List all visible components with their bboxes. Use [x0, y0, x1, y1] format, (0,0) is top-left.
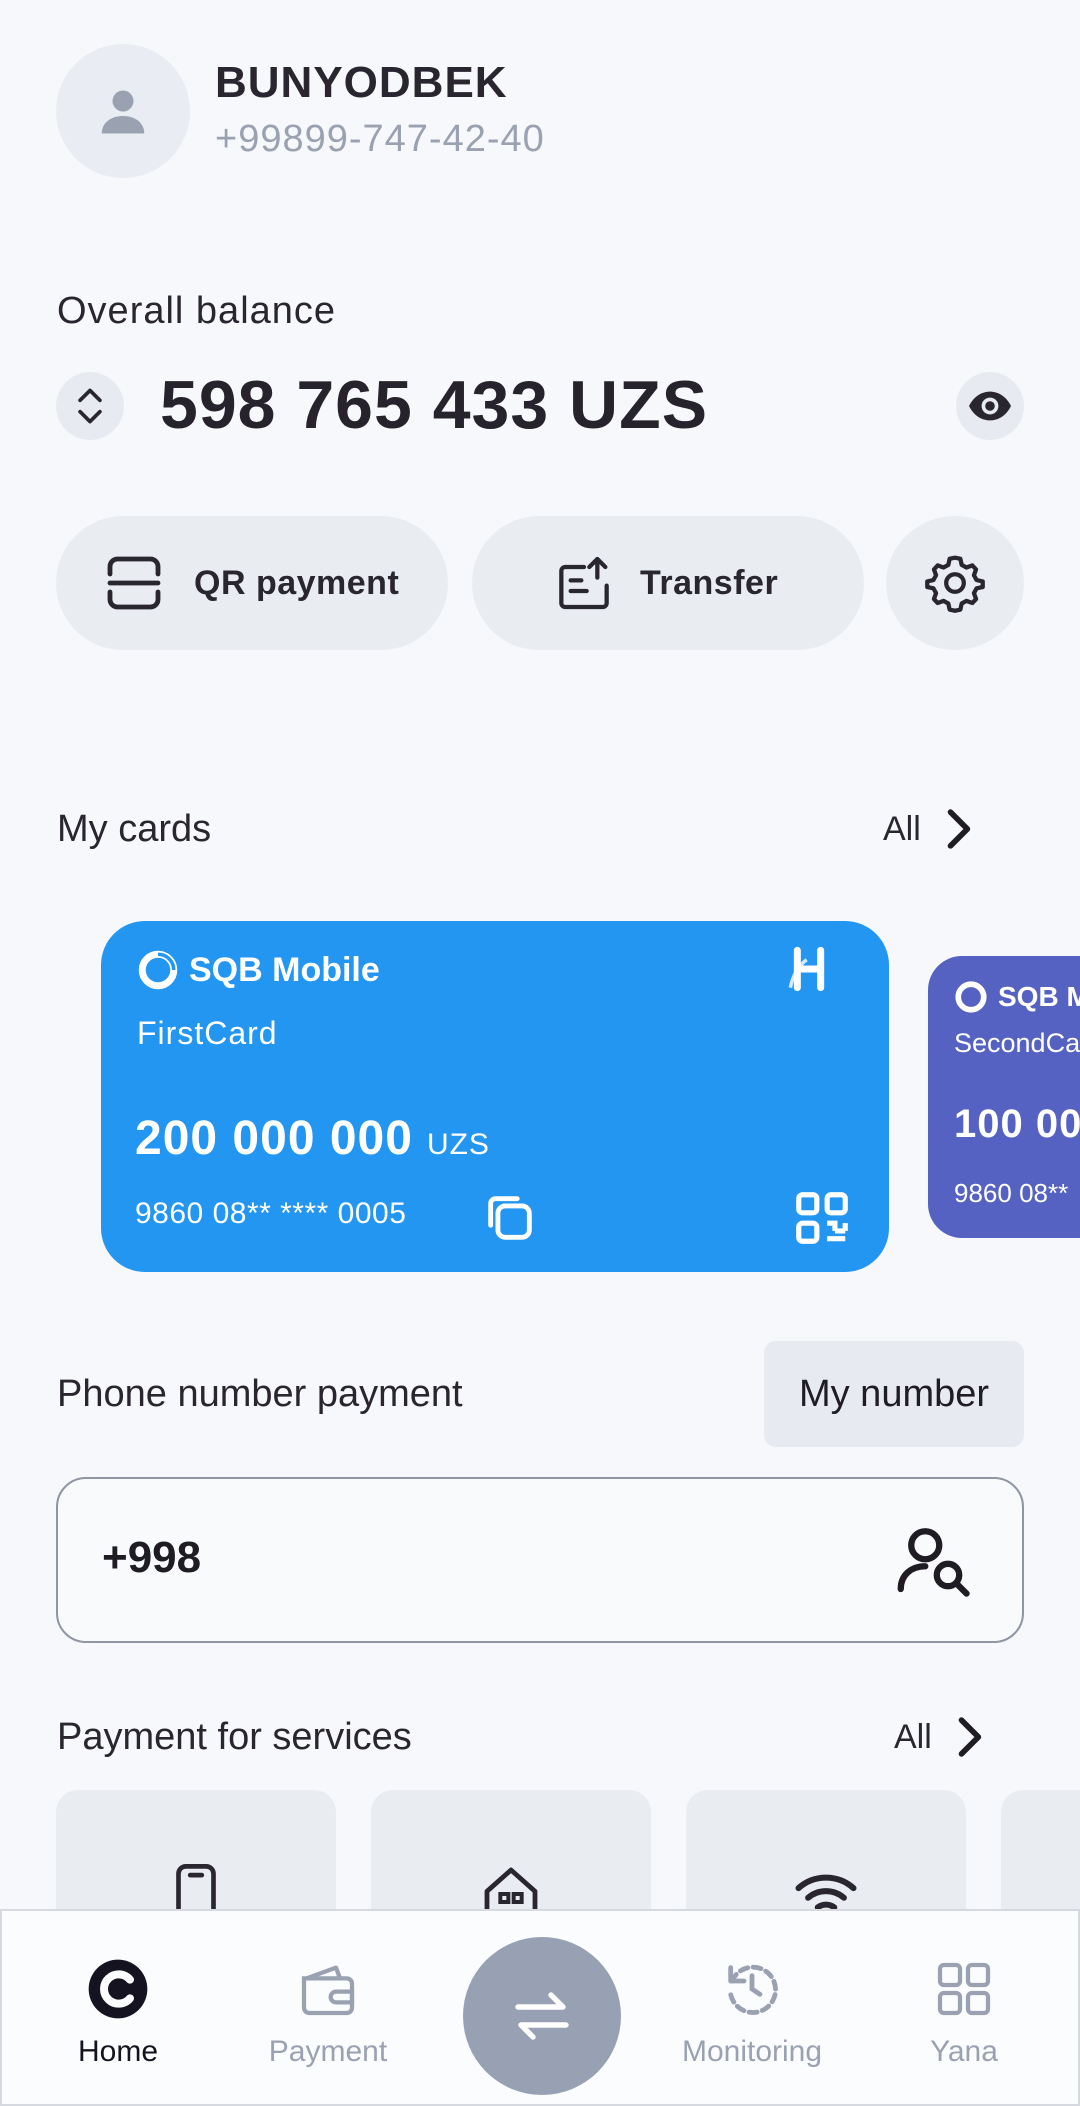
chevron-right-icon	[947, 809, 970, 849]
grid-icon	[937, 1962, 991, 2016]
nav-home-label: Home	[77, 2035, 159, 2068]
balance-amount: 598 765 433 UZS	[160, 367, 709, 443]
nav-more-label: Yana	[930, 2035, 998, 2068]
user-name: BUNYODBEK	[215, 58, 508, 107]
card-name: FirstCard	[137, 1015, 278, 1051]
history-clock-icon	[728, 1964, 778, 2015]
wallet-icon	[301, 1965, 355, 2016]
nav-monitoring-label: Monitoring	[681, 2035, 823, 2068]
card-number: 9860 08**	[954, 1178, 1069, 1208]
phone-number-input[interactable]: +998	[56, 1477, 1024, 1643]
user-phone: +99899-747-42-40	[215, 118, 545, 160]
gear-icon	[925, 555, 985, 613]
user-icon	[101, 90, 145, 134]
qr-scan-icon	[107, 556, 161, 610]
sqb-logo-icon	[138, 950, 178, 990]
qr-payment-label: QR payment	[194, 563, 400, 602]
toggle-balance-visibility-button[interactable]	[956, 372, 1024, 440]
swap-arrows-icon	[515, 1992, 569, 2040]
copy-icon[interactable]	[481, 1189, 539, 1247]
sqb-logo-icon	[955, 981, 987, 1013]
all-label: All	[894, 1717, 932, 1756]
phone-payment-title: Phone number payment	[57, 1373, 463, 1415]
card-currency: UZS	[426, 1128, 490, 1161]
contact-search-icon[interactable]	[892, 1519, 976, 1603]
card-brand: SQB Mobile	[137, 949, 380, 991]
bottom-navigation: Home Payment Monitoring Yana	[0, 1909, 1080, 2106]
card-name: SecondCa	[954, 1028, 1080, 1058]
card-amount: 200 000 000	[135, 1112, 413, 1165]
eye-icon	[969, 391, 1011, 421]
card-balance: 200 000 000 UZS	[135, 1111, 490, 1166]
avatar[interactable]	[56, 44, 190, 178]
qr-payment-button[interactable]: QR payment	[56, 516, 448, 650]
card-amount: 100 00	[954, 1102, 1080, 1146]
home-logo-icon	[88, 1959, 148, 2019]
settings-button[interactable]	[886, 516, 1024, 650]
services-title: Payment for services	[57, 1716, 412, 1758]
qr-code-icon[interactable]	[791, 1187, 853, 1249]
services-all-link[interactable]: All	[894, 1714, 984, 1760]
card-number: 9860 08** **** 0005	[135, 1197, 407, 1230]
nav-payment[interactable]: Payment	[228, 1957, 428, 2069]
nav-more[interactable]: Yana	[864, 1957, 1064, 2069]
all-label: All	[883, 809, 921, 848]
transfer-fab-button[interactable]	[463, 1937, 621, 2095]
phone-input-value[interactable]: +998	[102, 1533, 201, 1583]
chevron-right-icon	[958, 1717, 981, 1757]
my-cards-all-link[interactable]: All	[883, 806, 973, 852]
nav-home[interactable]: Home	[18, 1957, 218, 2069]
balance-switch-button[interactable]	[56, 372, 124, 440]
card-brand: SQB M	[954, 980, 1080, 1014]
transfer-label: Transfer	[640, 563, 779, 602]
bank-card-first[interactable]: SQB Mobile FirstCard 200 000 000 UZS 986…	[101, 921, 889, 1272]
bank-card-second[interactable]: SQB M SecondCa 100 00 9860 08**	[928, 956, 1080, 1238]
nav-monitoring[interactable]: Monitoring	[652, 1957, 852, 2069]
my-cards-title: My cards	[57, 808, 212, 850]
chevron-up-down-icon	[78, 388, 102, 424]
transfer-button[interactable]: Transfer	[472, 516, 864, 650]
humo-logo-icon	[788, 946, 825, 992]
transfer-upload-icon	[559, 556, 609, 610]
nav-payment-label: Payment	[268, 2035, 388, 2068]
overall-balance-label: Overall balance	[57, 290, 337, 332]
my-number-button[interactable]: My number	[764, 1341, 1024, 1447]
